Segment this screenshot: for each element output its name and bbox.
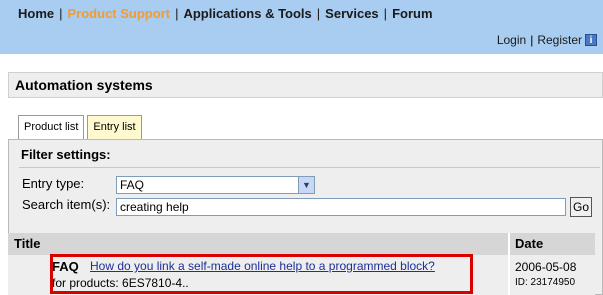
- tab-entry-list[interactable]: Entry list: [87, 115, 142, 140]
- divider: [19, 167, 600, 168]
- nav-services[interactable]: Services: [325, 6, 379, 21]
- tab-product-list[interactable]: Product list: [18, 115, 85, 140]
- user-links: Login | Register i: [497, 33, 597, 47]
- nav-applications-tools[interactable]: Applications & Tools: [183, 6, 311, 21]
- nav-forum[interactable]: Forum: [392, 6, 432, 21]
- tab-strip: Product list Entry list: [18, 115, 145, 140]
- column-header-title[interactable]: Title: [14, 236, 41, 251]
- table-row: FAQ How do you link a self-made online h…: [8, 255, 595, 295]
- nav-separator: |: [175, 6, 179, 21]
- main-nav: Home | Product Support | Applications & Tool…: [18, 6, 433, 21]
- entry-type-label: Entry type:: [22, 176, 85, 191]
- entry-title-link[interactable]: How do you link a self-made online help …: [90, 259, 435, 273]
- entry-type-select[interactable]: FAQ ▼: [116, 176, 315, 194]
- nav-separator: |: [383, 6, 388, 21]
- util-separator: |: [530, 33, 534, 47]
- entry-id: ID: 23174950: [515, 277, 576, 288]
- filter-heading: Filter settings:: [21, 147, 111, 162]
- entry-type-badge: FAQ: [52, 259, 79, 274]
- info-icon[interactable]: i: [585, 34, 597, 46]
- nav-home[interactable]: Home: [18, 6, 54, 21]
- nav-separator: |: [59, 6, 63, 21]
- page-title-bar: Automation systems: [8, 72, 603, 98]
- search-label: Search item(s):: [22, 197, 111, 212]
- entry-date: 2006-05-08: [515, 260, 577, 274]
- entry-products: for products: 6ES7810-4..: [52, 276, 189, 290]
- register-link[interactable]: Register: [537, 33, 582, 47]
- login-link[interactable]: Login: [497, 33, 526, 47]
- go-button[interactable]: Go: [570, 197, 592, 217]
- column-header-date[interactable]: Date: [515, 236, 543, 251]
- nav-separator: |: [316, 6, 321, 21]
- chevron-down-icon[interactable]: ▼: [298, 177, 314, 193]
- search-input[interactable]: [116, 198, 566, 216]
- table-header: Title Date: [8, 233, 595, 255]
- column-divider: [508, 255, 510, 295]
- nav-product-support[interactable]: Product Support: [68, 6, 171, 21]
- top-navigation-bar: Home | Product Support | Applications & Tool…: [0, 0, 603, 54]
- page-title: Automation systems: [15, 77, 153, 93]
- column-divider: [508, 233, 510, 255]
- entry-type-value: FAQ: [120, 178, 145, 192]
